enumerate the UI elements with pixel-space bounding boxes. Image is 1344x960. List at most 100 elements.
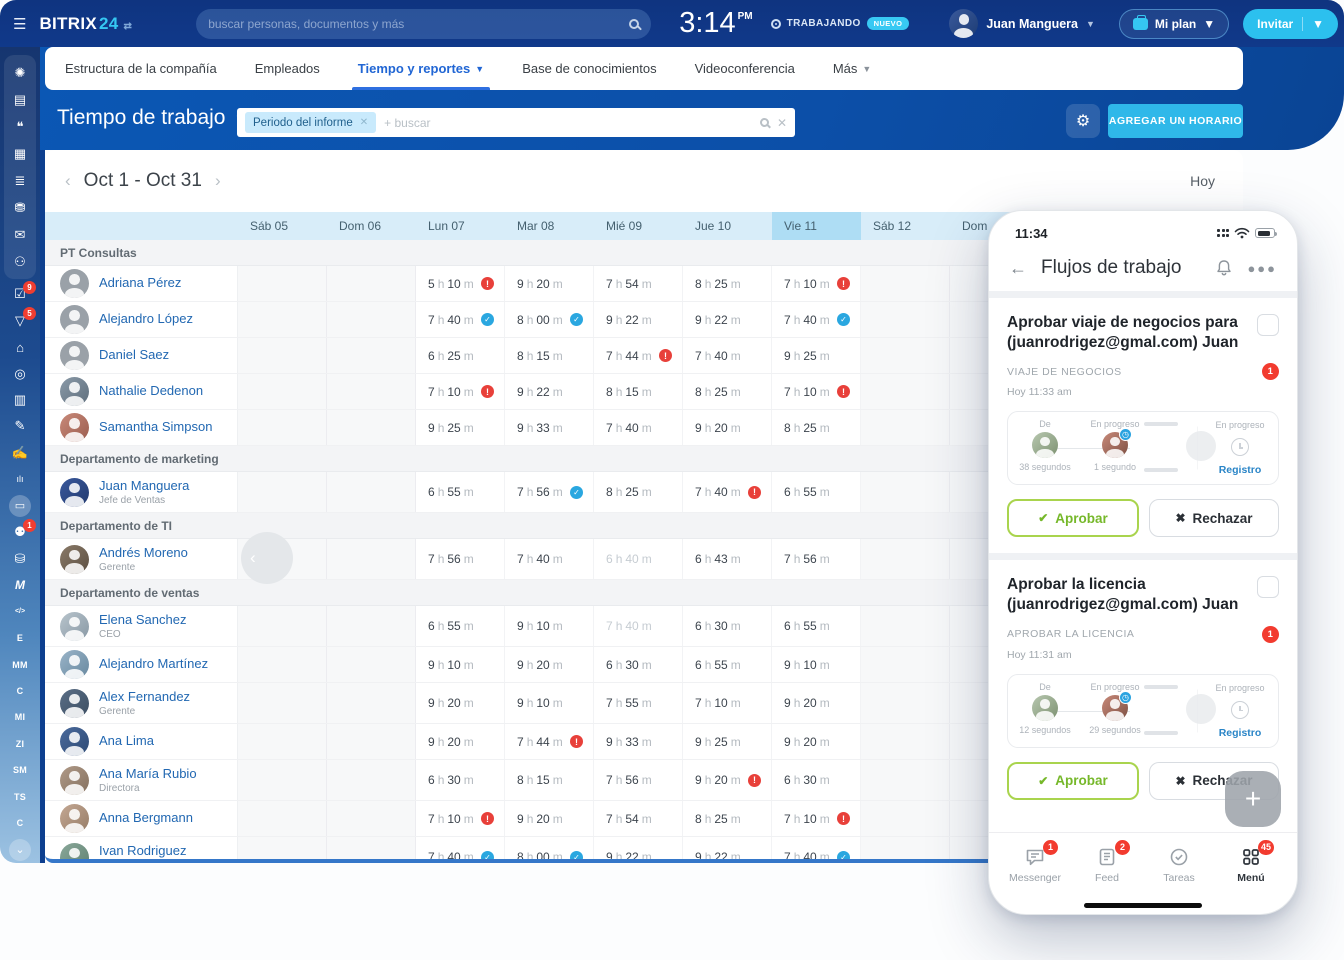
time-cell[interactable]: 6h40m <box>594 539 683 579</box>
time-cell[interactable]: 9h22m <box>594 837 683 863</box>
tab-tiempo-y-reportes[interactable]: Tiempo y reportes▼ <box>358 47 484 90</box>
header-day-vie-11[interactable]: Vie 11 <box>772 212 861 240</box>
time-cell[interactable]: 9h10m <box>505 606 594 646</box>
employee-name-link[interactable]: Alejandro Martínez <box>99 656 208 672</box>
time-cell[interactable]: 8h15m <box>505 338 594 373</box>
target-icon[interactable]: ◎ <box>6 360 34 386</box>
reject-button[interactable]: ✖Rechazar <box>1149 499 1279 537</box>
time-cell[interactable]: 9h25m <box>416 410 505 445</box>
header-day-mar-08[interactable]: Mar 08 <box>505 212 594 240</box>
time-cell[interactable]: 9h10m <box>416 647 505 682</box>
add-schedule-button[interactable]: AGREGAR UN HORARIO <box>1108 104 1243 138</box>
tab-empleados[interactable]: Empleados <box>255 47 320 90</box>
time-cell[interactable]: 9h20m <box>416 683 505 723</box>
time-cell[interactable] <box>327 760 416 800</box>
time-cell[interactable]: 9h20m <box>683 410 772 445</box>
company-icon[interactable]: ⌂ <box>6 334 34 360</box>
time-cell[interactable]: 9h33m <box>594 724 683 759</box>
time-cell[interactable] <box>327 374 416 409</box>
time-cell[interactable] <box>327 837 416 863</box>
time-cell[interactable]: 6h55m <box>416 606 505 646</box>
time-cell[interactable]: 5h10m! <box>416 266 505 301</box>
time-cell[interactable] <box>238 724 327 759</box>
time-cell[interactable]: 9h10m <box>505 683 594 723</box>
header-day-mi-09[interactable]: Mié 09 <box>594 212 683 240</box>
registro-link[interactable]: Registro <box>1219 464 1262 476</box>
time-cell[interactable]: 7h40m✓ <box>772 837 861 863</box>
employee-name-link[interactable]: Anna Bergmann <box>99 810 193 826</box>
time-cell[interactable]: 7h40m! <box>683 472 772 512</box>
employee-cell[interactable]: Ivan RodriguezDirector, Gerente <box>45 837 238 863</box>
filter-clear-icon[interactable]: ✕ <box>777 116 787 130</box>
time-cell[interactable]: 7h56m <box>594 760 683 800</box>
time-cell[interactable] <box>327 606 416 646</box>
next-period-icon[interactable]: › <box>215 171 221 191</box>
time-cell[interactable] <box>238 266 327 301</box>
time-cell[interactable] <box>861 338 950 373</box>
employee-cell[interactable]: Andrés MorenoGerente <box>45 539 238 579</box>
time-cell[interactable]: 6h25m <box>416 338 505 373</box>
time-cell[interactable] <box>327 410 416 445</box>
date-range[interactable]: Oct 1 - Oct 31 <box>84 170 202 192</box>
header-day-s-b-05[interactable]: Sáb 05 <box>238 212 327 240</box>
time-cell[interactable] <box>861 647 950 682</box>
employee-name-link[interactable]: Ivan Rodriguez <box>99 843 186 859</box>
time-cell[interactable] <box>861 760 950 800</box>
employee-cell[interactable]: Daniel Saez <box>45 338 238 373</box>
time-cell[interactable]: 6h55m <box>772 472 861 512</box>
time-cell[interactable] <box>238 374 327 409</box>
work-clock[interactable]: 3:14 PM <box>679 9 752 38</box>
time-cell[interactable]: 8h25m <box>683 801 772 836</box>
sidebar-item-ts[interactable]: TS <box>6 784 34 810</box>
employee-name-link[interactable]: Ana Lima <box>99 733 154 749</box>
time-cell[interactable] <box>327 647 416 682</box>
time-cell[interactable] <box>238 302 327 337</box>
time-cell[interactable]: 8h00m✓ <box>505 302 594 337</box>
time-cell[interactable] <box>238 472 327 512</box>
time-cell[interactable]: 7h10m! <box>772 801 861 836</box>
my-plan-button[interactable]: Mi plan ▼ <box>1119 9 1229 39</box>
time-cell[interactable] <box>861 837 950 863</box>
time-cell[interactable]: 6h55m <box>683 647 772 682</box>
time-cell[interactable] <box>861 683 950 723</box>
time-cell[interactable]: 8h15m <box>505 760 594 800</box>
back-arrow-icon[interactable]: ← <box>1009 258 1027 279</box>
tab-estructura-de-la-compa-a[interactable]: Estructura de la compañía <box>65 47 217 90</box>
code-icon[interactable]: </> <box>6 598 34 624</box>
time-cell[interactable]: 9h20m <box>505 647 594 682</box>
header-day-jue-10[interactable]: Jue 10 <box>683 212 772 240</box>
time-cell[interactable]: 7h40m <box>594 606 683 646</box>
time-cell[interactable] <box>238 837 327 863</box>
time-cell[interactable]: 6h30m <box>772 760 861 800</box>
time-cell[interactable]: 9h22m <box>683 837 772 863</box>
time-cell[interactable] <box>861 472 950 512</box>
time-cell[interactable]: 9h25m <box>772 338 861 373</box>
messenger-icon[interactable]: ❝ <box>6 113 34 140</box>
work-status[interactable]: TRABAJANDO NUEVO <box>771 17 910 30</box>
header-day-lun-07[interactable]: Lun 07 <box>416 212 505 240</box>
time-cell[interactable]: 9h22m <box>594 302 683 337</box>
time-cell[interactable]: 7h55m <box>594 683 683 723</box>
time-cell[interactable]: 9h20m <box>772 724 861 759</box>
time-cell[interactable]: 9h22m <box>683 302 772 337</box>
time-cell[interactable] <box>327 302 416 337</box>
hamburger-menu-icon[interactable]: ☰ <box>13 15 26 33</box>
workflow-checkbox[interactable] <box>1257 576 1279 598</box>
documents-icon[interactable]: ≣ <box>6 167 34 194</box>
time-cell[interactable]: 6h30m <box>683 606 772 646</box>
overflow-menu-icon[interactable]: ●●● <box>1247 261 1277 276</box>
phone-tab-men[interactable]: Menú45 <box>1222 846 1280 884</box>
employee-name-link[interactable]: Ana María Rubio <box>99 766 197 782</box>
sidebar-item-c[interactable]: C <box>6 810 34 836</box>
today-button[interactable]: Hoy <box>1190 173 1215 189</box>
time-cell[interactable]: 7h44m! <box>594 338 683 373</box>
time-cell[interactable]: 9h22m <box>505 374 594 409</box>
time-cell[interactable]: 7h10m <box>683 683 772 723</box>
header-day-dom-06[interactable]: Dom 06 <box>327 212 416 240</box>
time-cell[interactable]: 9h10m <box>772 647 861 682</box>
time-cell[interactable] <box>327 266 416 301</box>
time-cell[interactable] <box>238 760 327 800</box>
mail-icon[interactable]: ✉ <box>6 221 34 248</box>
time-cell[interactable]: 7h40m <box>594 410 683 445</box>
time-cell[interactable]: 8h25m <box>683 266 772 301</box>
